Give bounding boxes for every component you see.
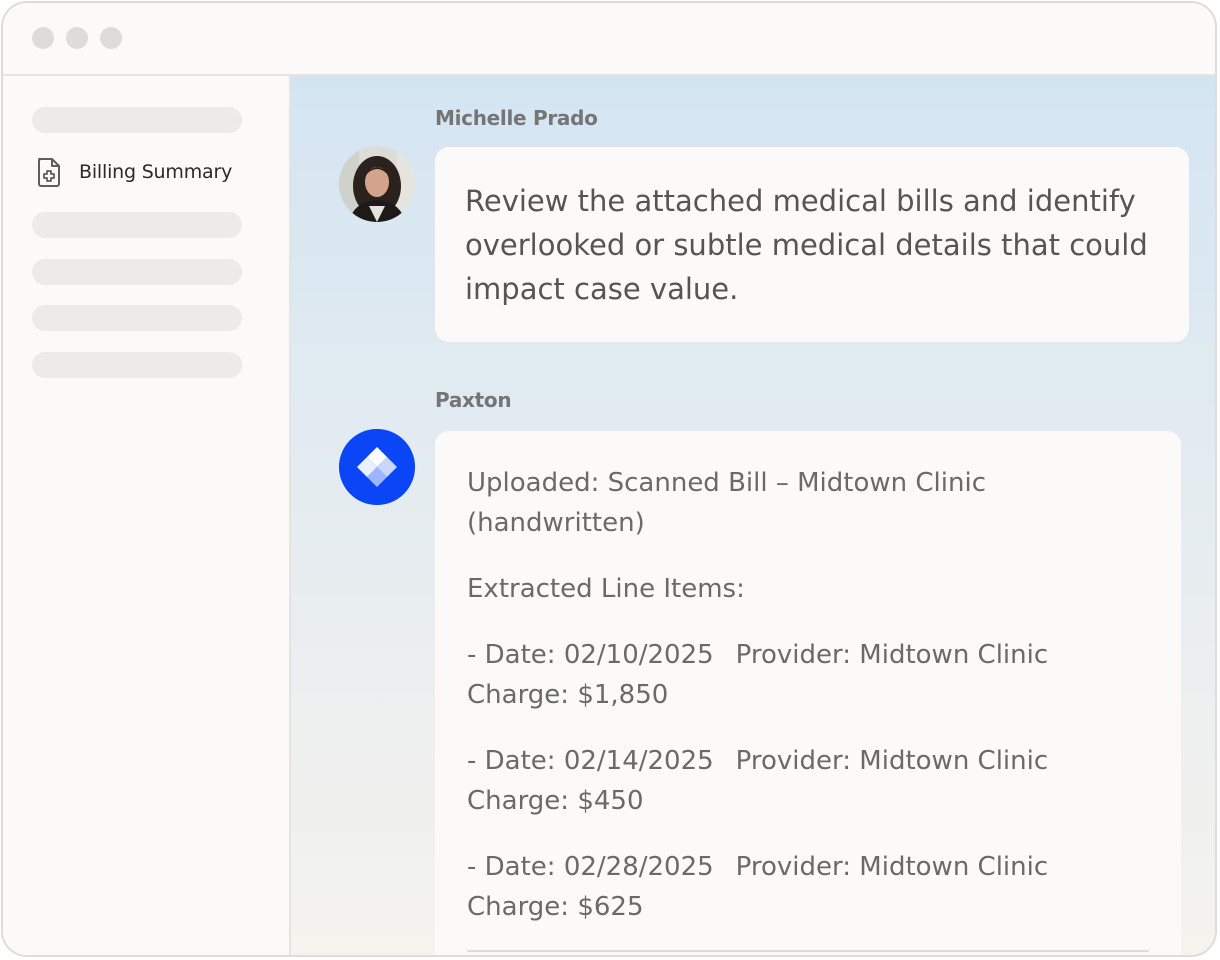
minimize-dot[interactable] [66,27,88,49]
sidebar-placeholder [32,352,242,378]
sidebar-placeholder [32,107,242,133]
uploaded-file-text: Uploaded: Scanned Bill – Midtown Clinic … [467,468,986,538]
line-item-charge: Charge: $1,850 [467,680,669,710]
line-item: - Date: 02/10/2025 Provider: Midtown Clin… [467,635,1149,715]
line-item: - Date: 02/28/2025 Provider: Midtown Clin… [467,847,1149,927]
line-item-date: - Date: 02/10/2025 [467,640,714,670]
sidebar: Billing Summary [3,76,291,955]
line-item-charge: Charge: $450 [467,786,644,816]
line-item-charge: Charge: $625 [467,892,644,922]
sender-name: Michelle Prado [435,106,598,130]
close-dot[interactable] [32,27,54,49]
line-item: - Date: 02/14/2025 Provider: Midtown Clin… [467,741,1149,821]
user-message-bubble: Review the attached medical bills and id… [435,147,1189,342]
line-item-date: - Date: 02/28/2025 [467,852,714,882]
sidebar-item-billing-summary[interactable]: Billing Summary [35,156,232,188]
sidebar-placeholder [32,259,242,285]
sidebar-item-label: Billing Summary [79,161,233,183]
assistant-message-bubble: Uploaded: Scanned Bill – Midtown Clinic … [435,431,1181,955]
line-item-provider: Provider: Midtown Clinic [735,746,1049,776]
app-window: Billing Summary Michelle Prado Review th… [1,1,1217,957]
extracted-heading: Extracted Line Items: [467,574,745,604]
maximize-dot[interactable] [100,27,122,49]
sender-name: Paxton [435,388,512,412]
user-avatar [339,146,415,222]
line-item-provider: Provider: Midtown Clinic [735,640,1049,670]
line-item-provider: Provider: Midtown Clinic [735,852,1049,882]
paxton-logo-icon [339,429,415,505]
document-plus-icon [35,156,63,188]
sidebar-placeholder [32,305,242,331]
title-bar [3,3,1215,76]
line-item-date: - Date: 02/14/2025 [467,746,714,776]
sidebar-placeholder [32,212,242,238]
chat-panel: Michelle Prado Review the attached medic… [291,76,1215,955]
divider [467,950,1149,952]
